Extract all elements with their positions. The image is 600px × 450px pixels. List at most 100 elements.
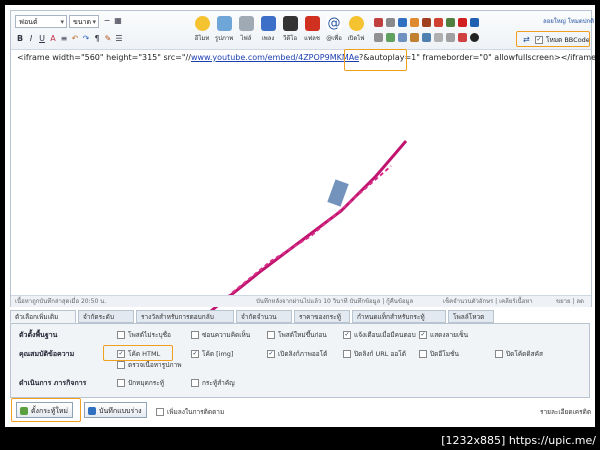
minus-icon[interactable]: − [102,15,112,26]
autoplay-highlight-box [344,49,407,71]
mention-button[interactable]: @ @เพื่อ [323,16,345,46]
editor-toolbar: ฟอนต์ ขนาด − ▦ B I U A ≡ ↶ ↷ ¶ ✎ ☰ อีโมท… [11,11,594,50]
resize-link[interactable]: ขยาย | ลด [556,296,584,307]
file-button[interactable]: ไฟล์ [235,16,257,46]
emoticon-button[interactable]: อีโมท [191,16,213,46]
flag-icon[interactable] [434,18,443,27]
pin-topic-option[interactable]: ปักหมุดกระทู้ [117,378,164,388]
email-icon[interactable] [386,33,395,42]
html-code-highlight-box [103,345,173,361]
list-icon[interactable]: ☰ [114,33,124,44]
table-grid-icon[interactable] [434,33,443,42]
disable-emoticons-option[interactable]: ปิดอีโมชั่น [419,349,459,359]
font-color-icon[interactable]: ▦ [113,15,123,26]
reply-notify-option[interactable]: ✓ แจ้งเตือนเมื่อมีคนตอบ [343,330,416,340]
screenshot-frame: ฟอนต์ ขนาด − ▦ B I U A ≡ ↶ ↷ ¶ ✎ ☰ อีโมท… [5,5,595,427]
auto-image-link-option[interactable]: ✓ เปิดลิงก์ภาพออโต้ [267,349,327,359]
tab-topic-tags[interactable]: กำหนดแท็กสำหรับกระทู้ [352,310,446,323]
print-icon[interactable] [422,33,431,42]
tab-quantity-limit[interactable]: จำกัดจำนวน [236,310,292,323]
hide-icon[interactable] [410,18,419,27]
editor-mode-link[interactable]: ลอยใหญ่ โหมดปกติ [543,16,594,26]
anonymous-post-option[interactable]: โพสต์ไม่ระบุชื่อ [117,330,171,340]
hide-comments-option[interactable]: ซ่อนความคิดเห็น [191,330,250,340]
flash-icon [304,16,320,31]
basic-settings-label: ตัวตั้งพื้นฐาน [19,331,58,339]
credit-details-link[interactable]: รายละเอียดเครดิต [540,407,591,417]
show-signature-checkbox[interactable]: ✓ [419,331,427,339]
disable-discuz-code-checkbox[interactable] [495,350,503,358]
flash-button[interactable]: แฟลช [301,16,323,46]
check-images-option[interactable]: ตรวจเนื้อหารูปภาพ [117,360,182,370]
reply-notify-checkbox[interactable]: ✓ [343,331,351,339]
paperclip-icon [238,16,254,31]
editor-footer: ตั้งกระทู้ใหม่ บันทึกแบบร่าง เพิ่มลงในกา… [10,398,591,422]
anchor-icon[interactable] [398,33,407,42]
font-select[interactable]: ฟอนต์ [15,15,67,29]
disable-emoticons-checkbox[interactable] [419,350,427,358]
youtube-icon[interactable] [458,18,467,27]
save-draft-button[interactable]: บันทึกแบบร่าง [84,402,147,418]
follow-option[interactable]: เพิ่มลงในการติดตาม [156,407,224,417]
redo-icon[interactable]: ↷ [81,33,91,44]
code-content[interactable]: <iframe width="560" height="315" src="//… [17,53,595,62]
video-button[interactable]: วีดีโอ [279,16,301,46]
align-left-icon[interactable]: ≡ [59,33,69,44]
management-label: ดำเนินการ ภารกิจการ [19,379,87,387]
auto-image-link-checkbox[interactable]: ✓ [267,350,275,358]
tab-level-limit[interactable]: จำกัดระดับ [78,310,134,323]
quote-icon[interactable] [374,18,383,27]
anonymous-post-checkbox[interactable] [117,331,125,339]
underline-icon[interactable]: U [37,33,47,44]
tab-more-options[interactable]: ตัวเลือกเพิ่มเติม [10,310,76,323]
spoiler-icon[interactable] [422,18,431,27]
image-watermark: [1232x885] https://upic.me/ [441,434,596,447]
tab-poll[interactable]: โพลล์โหวต [448,310,494,323]
image-button[interactable]: รูปภาพ [213,16,235,46]
important-topic-checkbox[interactable] [191,379,199,387]
paragraph-icon[interactable]: ¶ [92,33,102,44]
img-code-checkbox[interactable]: ✓ [191,350,199,358]
char-count-link[interactable]: เช็คจำนวนตัวอักษร | เคลียร์เนื้อหา [443,296,533,307]
italic-icon[interactable]: I [26,33,36,44]
table-icon[interactable] [398,18,407,27]
music-button[interactable]: เพลง [257,16,279,46]
youtube-link[interactable]: www.youtube.com/embed/4ZPOP9MKMAe [191,53,359,62]
text-color-icon[interactable]: A [48,33,58,44]
show-signature-option[interactable]: ✓ แสดงลายเซ็น [419,330,468,340]
bold-icon[interactable]: B [15,33,25,44]
disable-discuz-code-option[interactable]: ปิดโค้ดดิสคัส [495,349,543,359]
option-tabs: ตัวเลือกเพิ่มเติม จำกัดระดับ รางวัลสำหรั… [10,310,590,324]
follow-checkbox[interactable] [156,408,164,416]
img-code-option[interactable]: ✓ โค้ด [img] [191,349,233,359]
g-icon[interactable] [470,33,479,42]
newest-first-option[interactable]: โพสต์ใหม่ขึ้นก่อน [267,330,327,340]
map-icon[interactable] [446,18,455,27]
calendar-icon[interactable] [410,33,419,42]
gif-icon[interactable] [446,33,455,42]
brush-icon[interactable]: ✎ [103,33,113,44]
bbcode-highlight-box [516,31,590,47]
newest-first-checkbox[interactable] [267,331,275,339]
undo-icon[interactable]: ↶ [70,33,80,44]
autosave-links[interactable]: บันทึกหลังจากผ่านไปแล้ว 10 วินาที บันทึก… [256,296,413,307]
red-box-icon[interactable] [458,33,467,42]
editor-status-bar: เนื้อหาถูกบันทึกล่าสุดเมื่อ 20:50 น. บัน… [11,295,591,307]
size-select[interactable]: ขนาด [69,15,99,29]
clapperboard-icon [282,16,298,31]
disable-auto-url-option[interactable]: ปิดลิงก์ URL ออโต้ [343,349,406,359]
hide-comments-checkbox[interactable] [191,331,199,339]
disable-auto-url-checkbox[interactable] [343,350,351,358]
lights-button[interactable]: เปิดไฟ [345,16,367,46]
tab-reply-rewards[interactable]: รางวัลสำหรับการตอบกลับ [136,310,234,323]
facebook-icon[interactable] [470,18,479,27]
code-icon[interactable] [386,18,395,27]
image-icon [216,16,232,31]
important-topic-option[interactable]: กระทู้สำคัญ [191,378,235,388]
music-note-icon [260,16,276,31]
pin-topic-checkbox[interactable] [117,379,125,387]
check-images-checkbox[interactable] [117,361,125,369]
tab-topic-price[interactable]: ราคาของกระทู้ [294,310,350,323]
link-icon[interactable] [374,33,383,42]
lightbulb-icon [348,16,364,31]
